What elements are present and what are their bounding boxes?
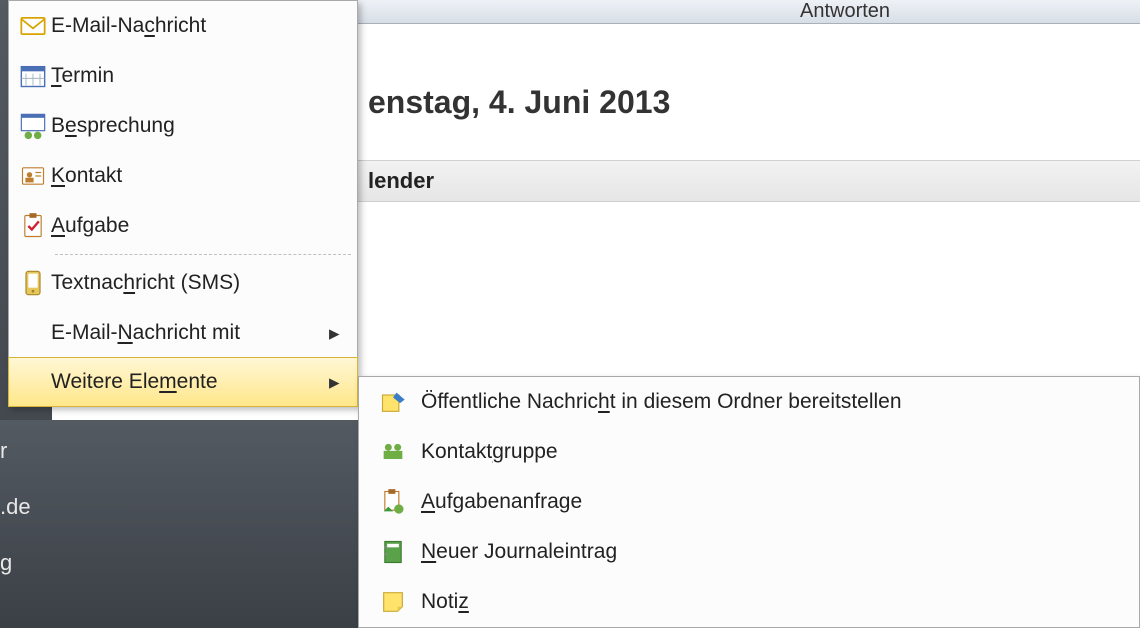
submenu-arrow-icon: ▸ [329,370,347,395]
menu-item-more-items[interactable]: Weitere Elemente ▸ [8,357,358,407]
submenu-item-public-post[interactable]: Öffentliche Nachricht in diesem Ordner b… [359,377,1139,427]
submenu-item-label: Notiz [421,590,1129,614]
task-icon [15,212,51,240]
sms-icon [15,269,51,297]
submenu-item-contact-group[interactable]: Kontaktgruppe [359,427,1139,477]
nav-fragment: r [0,438,7,464]
submenu-item-note[interactable]: Notiz [359,577,1139,627]
contact-group-icon [365,438,421,466]
menu-item-label: E-Mail-Nachricht mit [51,321,329,345]
nav-fragment: .de [0,494,31,520]
submenu-item-journal[interactable]: Neuer Journaleintrag [359,527,1139,577]
menu-item-email-using[interactable]: E-Mail-Nachricht mit ▸ [9,308,357,358]
menu-item-label: Kontakt [51,164,347,188]
submenu-item-label: Kontaktgruppe [421,440,1129,464]
menu-item-label: Weitere Elemente [51,370,329,394]
submenu-item-label: Neuer Journaleintrag [421,540,1129,564]
menu-item-email[interactable]: E-Mail-Nachricht [9,1,357,51]
menu-item-contact[interactable]: Kontakt [9,151,357,201]
menu-item-label: Termin [51,64,347,88]
menu-item-appointment[interactable]: Termin [9,51,357,101]
calendar-icon [15,62,51,90]
menu-item-task[interactable]: Aufgabe [9,201,357,251]
menu-item-label: Besprechung [51,114,347,138]
more-items-submenu: Öffentliche Nachricht in diesem Ordner b… [358,376,1140,628]
contact-icon [15,162,51,190]
mail-icon [15,12,51,40]
menu-item-label: Textnachricht (SMS) [51,271,347,295]
submenu-arrow-icon: ▸ [329,321,347,346]
menu-item-label: Aufgabe [51,214,347,238]
post-icon [365,388,421,416]
menu-separator [55,254,351,255]
menu-item-sms[interactable]: Textnachricht (SMS) [9,258,357,308]
date-heading: enstag, 4. Juni 2013 [368,84,670,121]
journal-icon [365,538,421,566]
nav-pane: r .de g [0,420,358,628]
note-icon [365,588,421,616]
new-items-menu: E-Mail-Nachricht Termin Besprechung Kont… [8,0,358,407]
nav-fragment: g [0,550,12,576]
ribbon-group-label: Antworten [800,0,890,23]
submenu-item-label: Aufgabenanfrage [421,490,1129,514]
calendar-header-label: lender [368,168,434,194]
submenu-item-task-request[interactable]: Aufgabenanfrage [359,477,1139,527]
submenu-item-label: Öffentliche Nachricht in diesem Ordner b… [421,390,1129,414]
menu-item-meeting[interactable]: Besprechung [9,101,357,151]
task-request-icon [365,488,421,516]
menu-item-label: E-Mail-Nachricht [51,14,347,38]
meeting-icon [15,112,51,140]
calendar-header: lender [358,160,1140,202]
